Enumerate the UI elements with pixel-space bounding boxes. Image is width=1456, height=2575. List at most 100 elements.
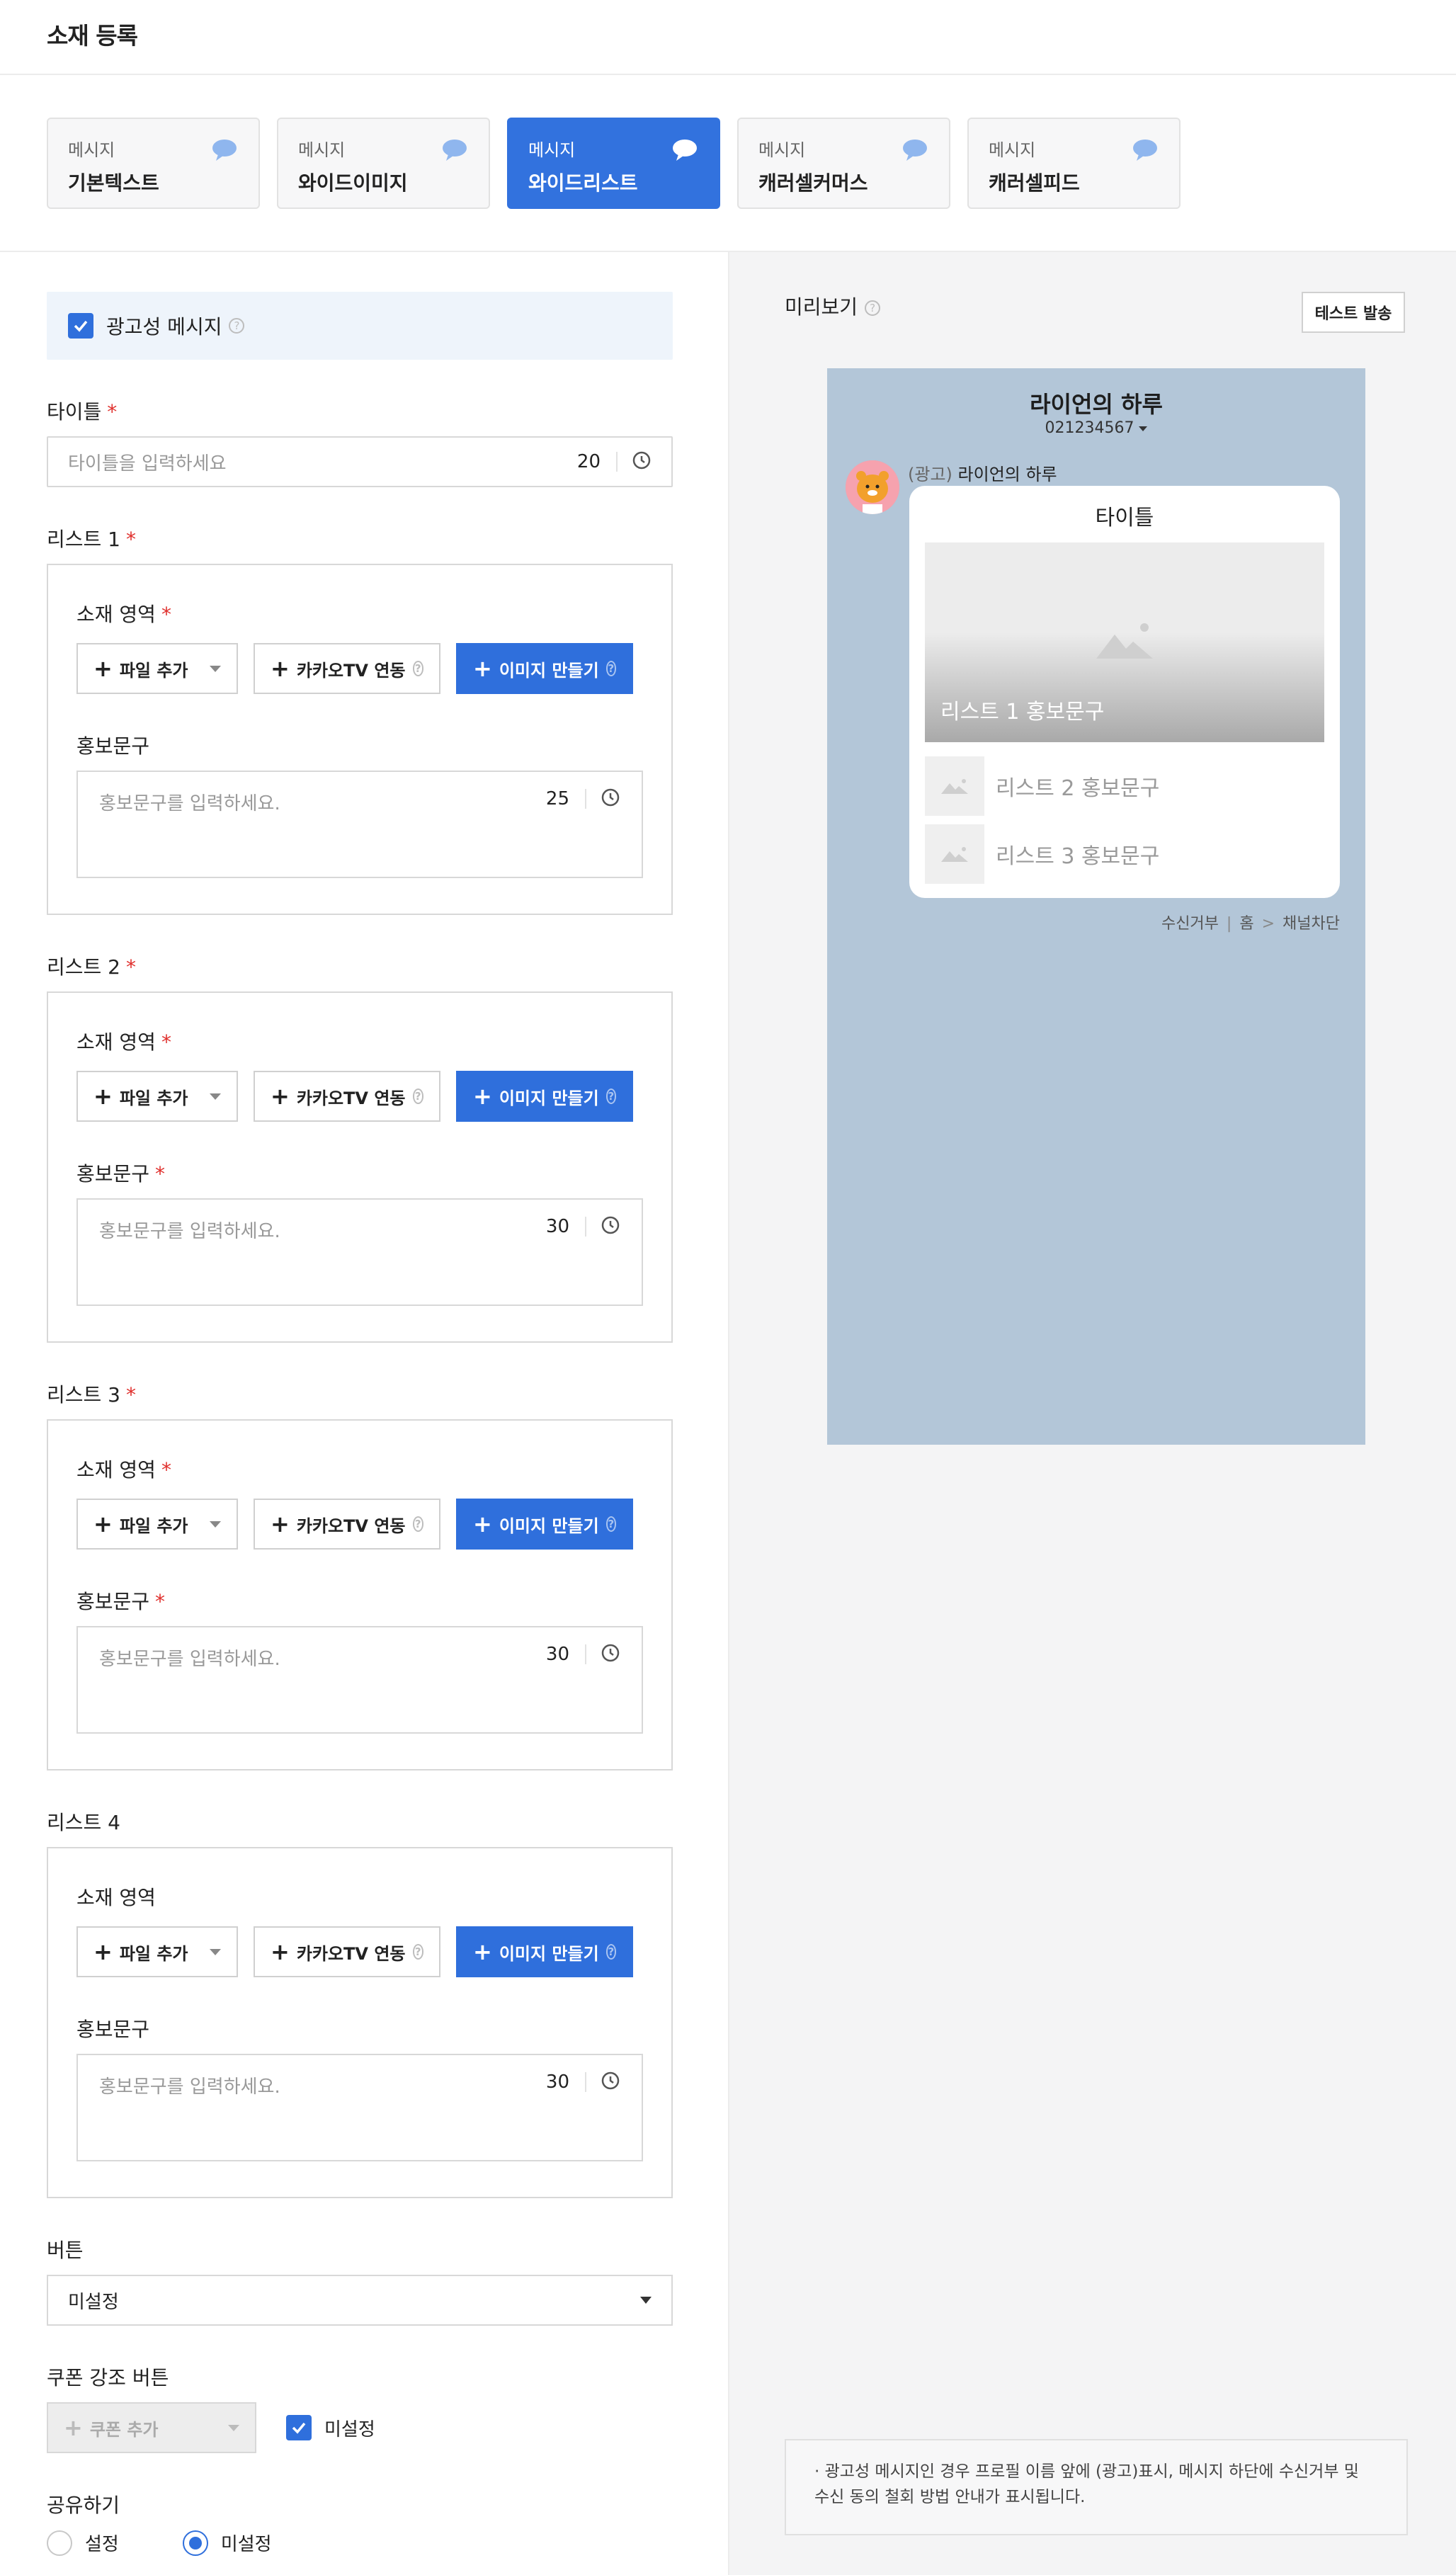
help-icon[interactable]: ? bbox=[865, 300, 881, 316]
kakaotv-label: 카카오TV 연동 bbox=[296, 660, 406, 681]
char-count: 25 bbox=[546, 789, 586, 809]
help-icon[interactable]: ? bbox=[605, 1088, 616, 1104]
type-card-wide-image[interactable]: 메시지 와이드이미지 bbox=[277, 118, 490, 209]
required-mark: * bbox=[107, 400, 118, 424]
required-mark: * bbox=[155, 1590, 166, 1613]
plus-icon: + bbox=[271, 655, 290, 682]
promo-textarea[interactable]: 홍보문구를 입력하세요. 25 bbox=[76, 771, 643, 878]
required-mark: * bbox=[161, 603, 171, 626]
plus-icon: + bbox=[271, 1511, 290, 1537]
help-icon[interactable]: ? bbox=[412, 1944, 423, 1960]
list-3-label: 리스트 3 * bbox=[47, 1380, 681, 1408]
home-link[interactable]: 홈 bbox=[1239, 915, 1253, 933]
kakaotv-link-button[interactable]: + 카카오TV 연동? bbox=[254, 1071, 440, 1122]
button-select[interactable]: 미설정 bbox=[47, 2275, 673, 2326]
chevron-right-icon: > bbox=[1261, 915, 1275, 933]
area-label-text: 소재 영역 bbox=[76, 603, 156, 626]
help-icon[interactable]: ? bbox=[605, 661, 616, 676]
list-label-text: 리스트 4 bbox=[47, 1811, 120, 1834]
sender-line: (광고) 라이언의 하루 bbox=[908, 460, 1057, 485]
speech-bubble-icon bbox=[442, 139, 467, 164]
clock-icon[interactable] bbox=[601, 788, 620, 810]
test-send-button[interactable]: 테스트 발송 bbox=[1302, 292, 1405, 333]
wide-list-card: 타이틀 리스트 1 홍보문구 리스트 2 홍보문구 리스트 3 홍보문구 bbox=[909, 486, 1340, 898]
type-card-basic-text[interactable]: 메시지 기본텍스트 bbox=[47, 118, 260, 209]
share-off-radio[interactable] bbox=[182, 2530, 208, 2556]
required-mark: * bbox=[161, 1030, 171, 1054]
ad-prefix: (광고) bbox=[908, 465, 952, 484]
coupon-row: + 쿠폰 추가 미설정 bbox=[47, 2402, 681, 2453]
kakaotv-label: 카카오TV 연동 bbox=[296, 1943, 406, 1964]
make-image-button[interactable]: + 이미지 만들기? bbox=[456, 1071, 633, 1122]
promo-textarea[interactable]: 홍보문구를 입력하세요. 30 bbox=[76, 1198, 643, 1306]
help-icon[interactable]: ? bbox=[412, 1088, 423, 1104]
chevron-down-icon bbox=[210, 1093, 221, 1100]
file-add-button[interactable]: + 파일 추가 bbox=[76, 1071, 238, 1122]
promo-placeholder: 홍보문구를 입력하세요. bbox=[99, 793, 280, 814]
page-title: 소재 등록 bbox=[47, 22, 138, 50]
help-icon[interactable]: ? bbox=[229, 318, 245, 334]
file-add-button[interactable]: + 파일 추가 bbox=[76, 1926, 238, 1977]
promo-label-text: 홍보문구 bbox=[76, 2018, 150, 2041]
plus-icon: + bbox=[93, 1082, 113, 1110]
preview-title: 미리보기? bbox=[785, 292, 881, 320]
chevron-down-icon bbox=[210, 665, 221, 672]
plus-icon: + bbox=[93, 1938, 113, 1965]
message-footer-links: 수신거부 | 홈 > 채널차단 bbox=[1161, 911, 1340, 933]
share-radio-group: 설정 미설정 bbox=[47, 2530, 681, 2556]
clock-icon[interactable] bbox=[601, 2071, 620, 2093]
coupon-add-button[interactable]: + 쿠폰 추가 bbox=[47, 2402, 256, 2453]
block-channel-link[interactable]: 채널차단 bbox=[1282, 915, 1340, 933]
make-image-button[interactable]: + 이미지 만들기? bbox=[456, 1926, 633, 1977]
required-mark: * bbox=[126, 955, 136, 979]
help-icon[interactable]: ? bbox=[412, 1516, 423, 1532]
kakaotv-link-button[interactable]: + 카카오TV 연동? bbox=[254, 643, 440, 694]
file-add-button[interactable]: + 파일 추가 bbox=[76, 643, 238, 694]
area-label: 소재 영역 bbox=[76, 1882, 643, 1911]
preview-title-text: 미리보기 bbox=[785, 295, 858, 319]
required-mark: * bbox=[126, 1383, 136, 1406]
type-card-wide-list[interactable]: 메시지 와이드리스트 bbox=[507, 118, 720, 209]
type-card-carousel-commerce[interactable]: 메시지 캐러셀커머스 bbox=[737, 118, 950, 209]
type-card-carousel-feed[interactable]: 메시지 캐러셀피드 bbox=[967, 118, 1181, 209]
list-4-box: 소재 영역 + 파일 추가 + 카카오TV 연동? + 이미지 만들기? 홍보문구 홍… bbox=[47, 1847, 673, 2198]
list-1-caption: 리스트 1 홍보문구 bbox=[940, 700, 1105, 724]
share-on-radio[interactable] bbox=[47, 2530, 72, 2556]
speech-bubble-icon bbox=[672, 139, 698, 164]
kakaotv-link-button[interactable]: + 카카오TV 연동? bbox=[254, 1926, 440, 1977]
make-image-button[interactable]: + 이미지 만들기? bbox=[456, 643, 633, 694]
ad-message-box: 광고성 메시지 ? bbox=[47, 292, 673, 360]
clock-icon[interactable] bbox=[632, 450, 652, 473]
make-image-button[interactable]: + 이미지 만들기? bbox=[456, 1499, 633, 1550]
help-icon[interactable]: ? bbox=[605, 1516, 616, 1532]
clock-icon[interactable] bbox=[601, 1643, 620, 1666]
share-off-label: 미설정 bbox=[220, 2534, 272, 2555]
file-add-button[interactable]: + 파일 추가 bbox=[76, 1499, 238, 1550]
reject-link[interactable]: 수신거부 bbox=[1161, 915, 1219, 933]
promo-textarea[interactable]: 홍보문구를 입력하세요. 30 bbox=[76, 1626, 643, 1734]
list-2-text: 리스트 2 홍보문구 bbox=[996, 776, 1160, 801]
char-count: 30 bbox=[546, 1644, 586, 1664]
promo-label: 홍보문구 bbox=[76, 731, 643, 759]
required-mark: * bbox=[155, 1162, 166, 1186]
list-label-text: 리스트 3 bbox=[47, 1383, 120, 1406]
speech-bubble-icon bbox=[1132, 139, 1158, 164]
help-icon[interactable]: ? bbox=[412, 661, 423, 676]
promo-placeholder: 홍보문구를 입력하세요. bbox=[99, 1221, 280, 1242]
ad-message-checkbox[interactable] bbox=[68, 313, 93, 339]
clock-icon[interactable] bbox=[601, 1215, 620, 1238]
channel-number: 021234567 bbox=[827, 419, 1365, 437]
char-count: 30 bbox=[546, 2072, 586, 2092]
kakaotv-link-button[interactable]: + 카카오TV 연동? bbox=[254, 1499, 440, 1550]
area-button-row: + 파일 추가 + 카카오TV 연동? + 이미지 만들기? bbox=[76, 1071, 643, 1122]
promo-textarea[interactable]: 홍보문구를 입력하세요. 30 bbox=[76, 2054, 643, 2161]
title-input[interactable]: 타이틀을 입력하세요 20 bbox=[47, 436, 673, 487]
make-image-label: 이미지 만들기 bbox=[499, 1088, 599, 1108]
coupon-unset-checkbox[interactable] bbox=[286, 2415, 312, 2440]
help-icon[interactable]: ? bbox=[605, 1944, 616, 1960]
file-add-label: 파일 추가 bbox=[119, 1516, 188, 1536]
chevron-down-icon bbox=[228, 2424, 239, 2431]
kakaotv-label: 카카오TV 연동 bbox=[296, 1088, 406, 1108]
make-image-label: 이미지 만들기 bbox=[499, 1943, 599, 1964]
ad-notice: · 광고성 메시지인 경우 프로필 이름 앞에 (광고)표시, 메시지 하단에 … bbox=[785, 2439, 1408, 2535]
